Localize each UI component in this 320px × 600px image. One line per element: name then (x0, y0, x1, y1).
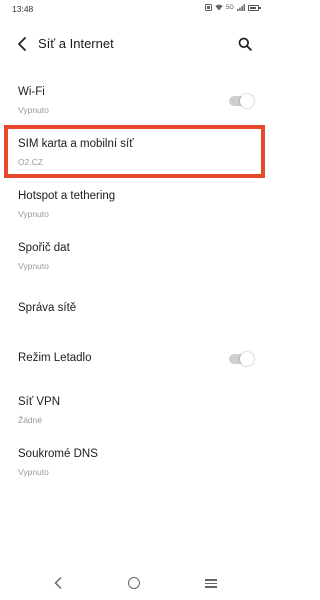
signal-icon (237, 4, 245, 11)
toggle-knob (240, 94, 254, 108)
airplane-mode-toggle[interactable] (229, 352, 254, 366)
search-icon (238, 37, 252, 51)
wifi-title: Wi-Fi (18, 86, 45, 98)
wifi-toggle[interactable] (229, 94, 254, 108)
navigation-bar (0, 566, 269, 600)
nav-menu-icon[interactable] (205, 579, 217, 588)
wifi-status-icon (215, 4, 223, 11)
vpn-title: Síť VPN (18, 396, 61, 408)
hotspot-item[interactable]: Hotspot a tethering Vypnuto (0, 184, 269, 226)
data-saver-subtitle: Vypnuto (18, 261, 49, 271)
nav-back-icon[interactable] (51, 576, 65, 590)
hotspot-subtitle: Vypnuto (18, 209, 49, 219)
search-button[interactable] (235, 34, 255, 54)
page-title: Síť a Internet (38, 36, 114, 51)
chevron-left-icon (18, 37, 26, 51)
hotspot-title: Hotspot a tethering (18, 190, 116, 202)
wifi-subtitle: Vypnuto (18, 105, 49, 115)
network-management-title: Správa sítě (18, 302, 77, 314)
status-bar: 13:48 5G (0, 0, 269, 20)
back-button[interactable] (12, 34, 32, 54)
data-saver-title: Spořič dat (18, 242, 70, 254)
status-icons: 5G (204, 4, 261, 11)
airplane-mode-title: Režim Letadlo (18, 352, 92, 364)
wifi-item[interactable]: Wi-Fi Vypnuto (0, 80, 269, 122)
private-dns-item[interactable]: Soukromé DNS Vypnuto (0, 442, 269, 484)
status-time: 13:48 (12, 4, 34, 14)
network-management-item[interactable]: Správa sítě (0, 292, 269, 326)
nav-home-icon[interactable] (128, 577, 140, 589)
toggle-knob (240, 352, 254, 366)
private-dns-title: Soukromé DNS (18, 448, 98, 460)
private-dns-subtitle: Vypnuto (18, 467, 49, 477)
vpn-item[interactable]: Síť VPN Žádné (0, 390, 269, 432)
vibrate-icon (204, 4, 212, 11)
app-bar: Síť a Internet (0, 28, 269, 60)
highlight-annotation-box (4, 125, 265, 178)
airplane-mode-item[interactable]: Režim Letadlo (0, 342, 269, 376)
data-saver-item[interactable]: Spořič dat Vypnuto (0, 236, 269, 278)
network-type-label: 5G (225, 4, 234, 11)
vpn-subtitle: Žádné (18, 415, 43, 425)
battery-icon (248, 4, 261, 11)
